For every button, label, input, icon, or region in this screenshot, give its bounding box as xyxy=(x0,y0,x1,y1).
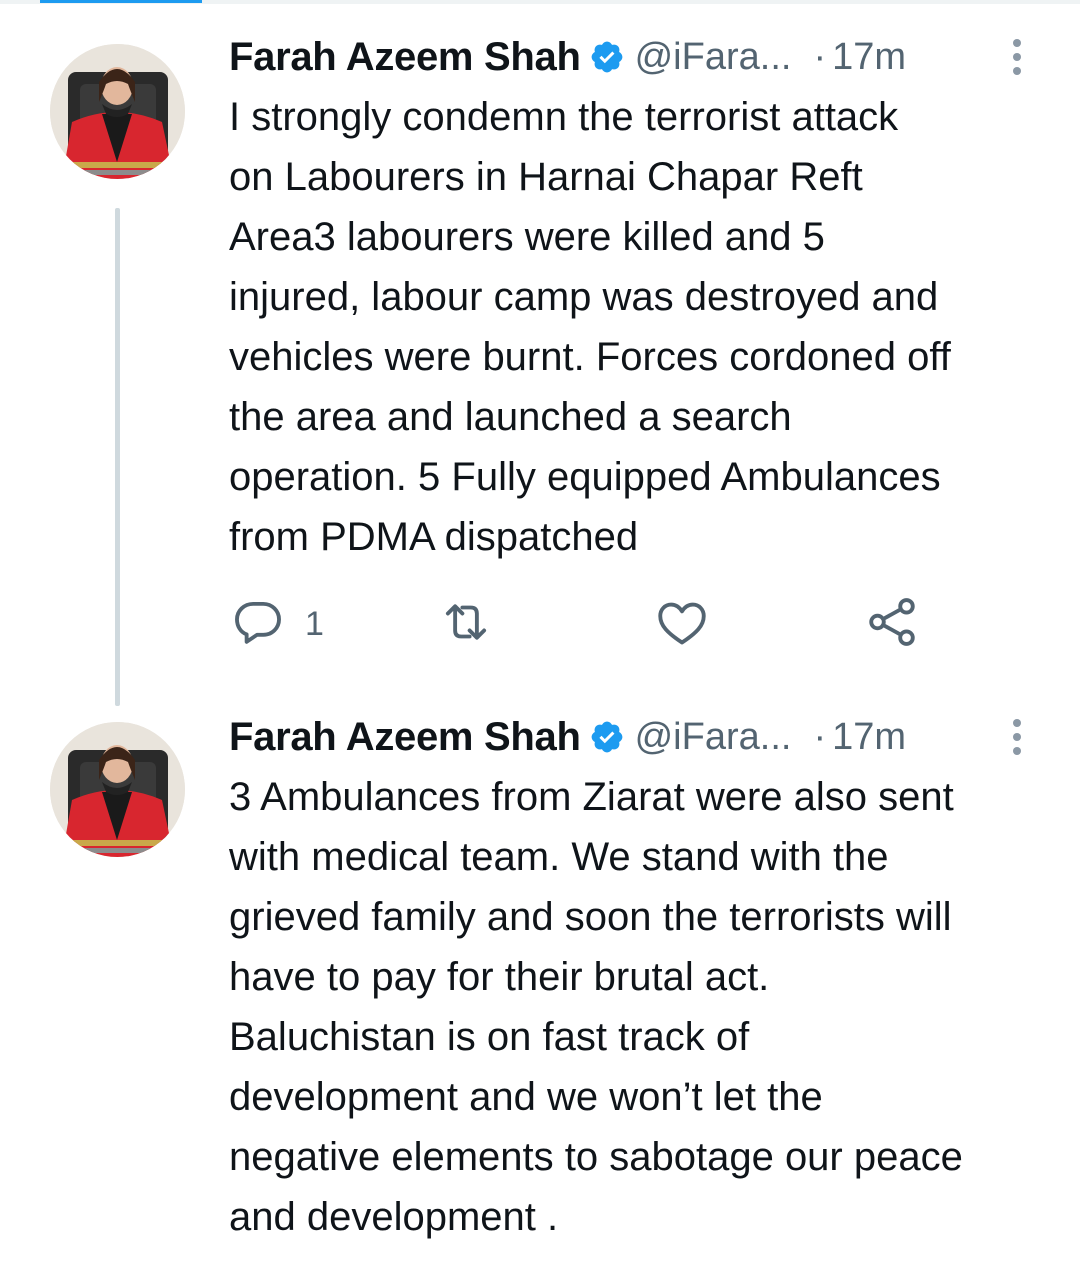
verified-badge-icon xyxy=(589,39,625,75)
tweet-text-line: from PDMA dispatched xyxy=(229,515,639,559)
avatar[interactable] xyxy=(50,722,185,857)
tweet-text-line: operation. 5 Fully equipped Ambulances xyxy=(229,455,941,499)
author-name[interactable]: Farah Azeem Shah xyxy=(229,715,581,760)
thread-connector-line xyxy=(115,208,120,706)
tweet-text-line: and development . xyxy=(229,1195,559,1239)
tweet-text-line: with medical team. We stand with the xyxy=(229,835,889,879)
retweet-button[interactable] xyxy=(437,594,495,654)
more-options-icon[interactable] xyxy=(995,715,1039,759)
reply-count: 1 xyxy=(305,604,324,643)
tweet-text-line: Area3 labourers were killed and 5 xyxy=(229,215,825,259)
tweet[interactable]: Farah Azeem Shah @iFara... · 17m I stron… xyxy=(0,0,1080,706)
retweet-icon xyxy=(437,593,495,656)
like-button[interactable] xyxy=(653,594,711,654)
more-options-icon[interactable] xyxy=(995,35,1039,79)
tweet-text-line: have to pay for their brutal act. xyxy=(229,955,770,999)
author-handle[interactable]: @iFara... xyxy=(635,716,792,759)
reply-button[interactable]: 1 xyxy=(229,594,324,654)
tweet-text-line: injured, labour camp was destroyed and xyxy=(229,275,939,319)
tweet-header: Farah Azeem Shah @iFara... · 17m xyxy=(229,32,1039,82)
tweet-text-line: grieved family and soon the terrorists w… xyxy=(229,895,952,939)
tweet-text: I strongly condemn the terrorist attack … xyxy=(229,87,1049,567)
tweet-text-line: I strongly condemn the terrorist attack xyxy=(229,95,899,139)
tweet-text-line: negative elements to sabotage our peace xyxy=(229,1135,963,1179)
separator-dot: · xyxy=(813,715,827,758)
timestamp[interactable]: 17m xyxy=(832,716,906,759)
avatar-image xyxy=(50,44,185,179)
avatar-image xyxy=(50,722,185,857)
avatar[interactable] xyxy=(50,44,185,179)
tweet-text-line: Baluchistan is on fast track of xyxy=(229,1015,750,1059)
tweet-text-line: the area and launched a search xyxy=(229,395,792,439)
like-icon xyxy=(653,593,711,656)
tweet[interactable]: Farah Azeem Shah @iFara... · 17m 3 Ambul… xyxy=(0,700,1080,1275)
tweet-text-line: 3 Ambulances from Ziarat were also sent xyxy=(229,775,954,819)
tweet-text: 3 Ambulances from Ziarat were also sent … xyxy=(229,767,1049,1247)
tweet-text-line: on Labourers in Harnai Chapar Reft xyxy=(229,155,863,199)
tweet-text-line: vehicles were burnt. Forces cordoned off xyxy=(229,335,951,379)
verified-badge-icon xyxy=(589,719,625,755)
timestamp[interactable]: 17m xyxy=(832,36,906,79)
tweet-text-line: development and we won’t let the xyxy=(229,1075,823,1119)
reply-icon xyxy=(229,593,287,656)
share-icon xyxy=(863,593,921,656)
author-handle[interactable]: @iFara... xyxy=(635,36,792,79)
share-button[interactable] xyxy=(863,594,921,654)
author-name[interactable]: Farah Azeem Shah xyxy=(229,35,581,80)
tweet-header: Farah Azeem Shah @iFara... · 17m xyxy=(229,712,1039,762)
separator-dot: · xyxy=(813,35,827,78)
tweet-actions: 1 xyxy=(229,594,1049,654)
